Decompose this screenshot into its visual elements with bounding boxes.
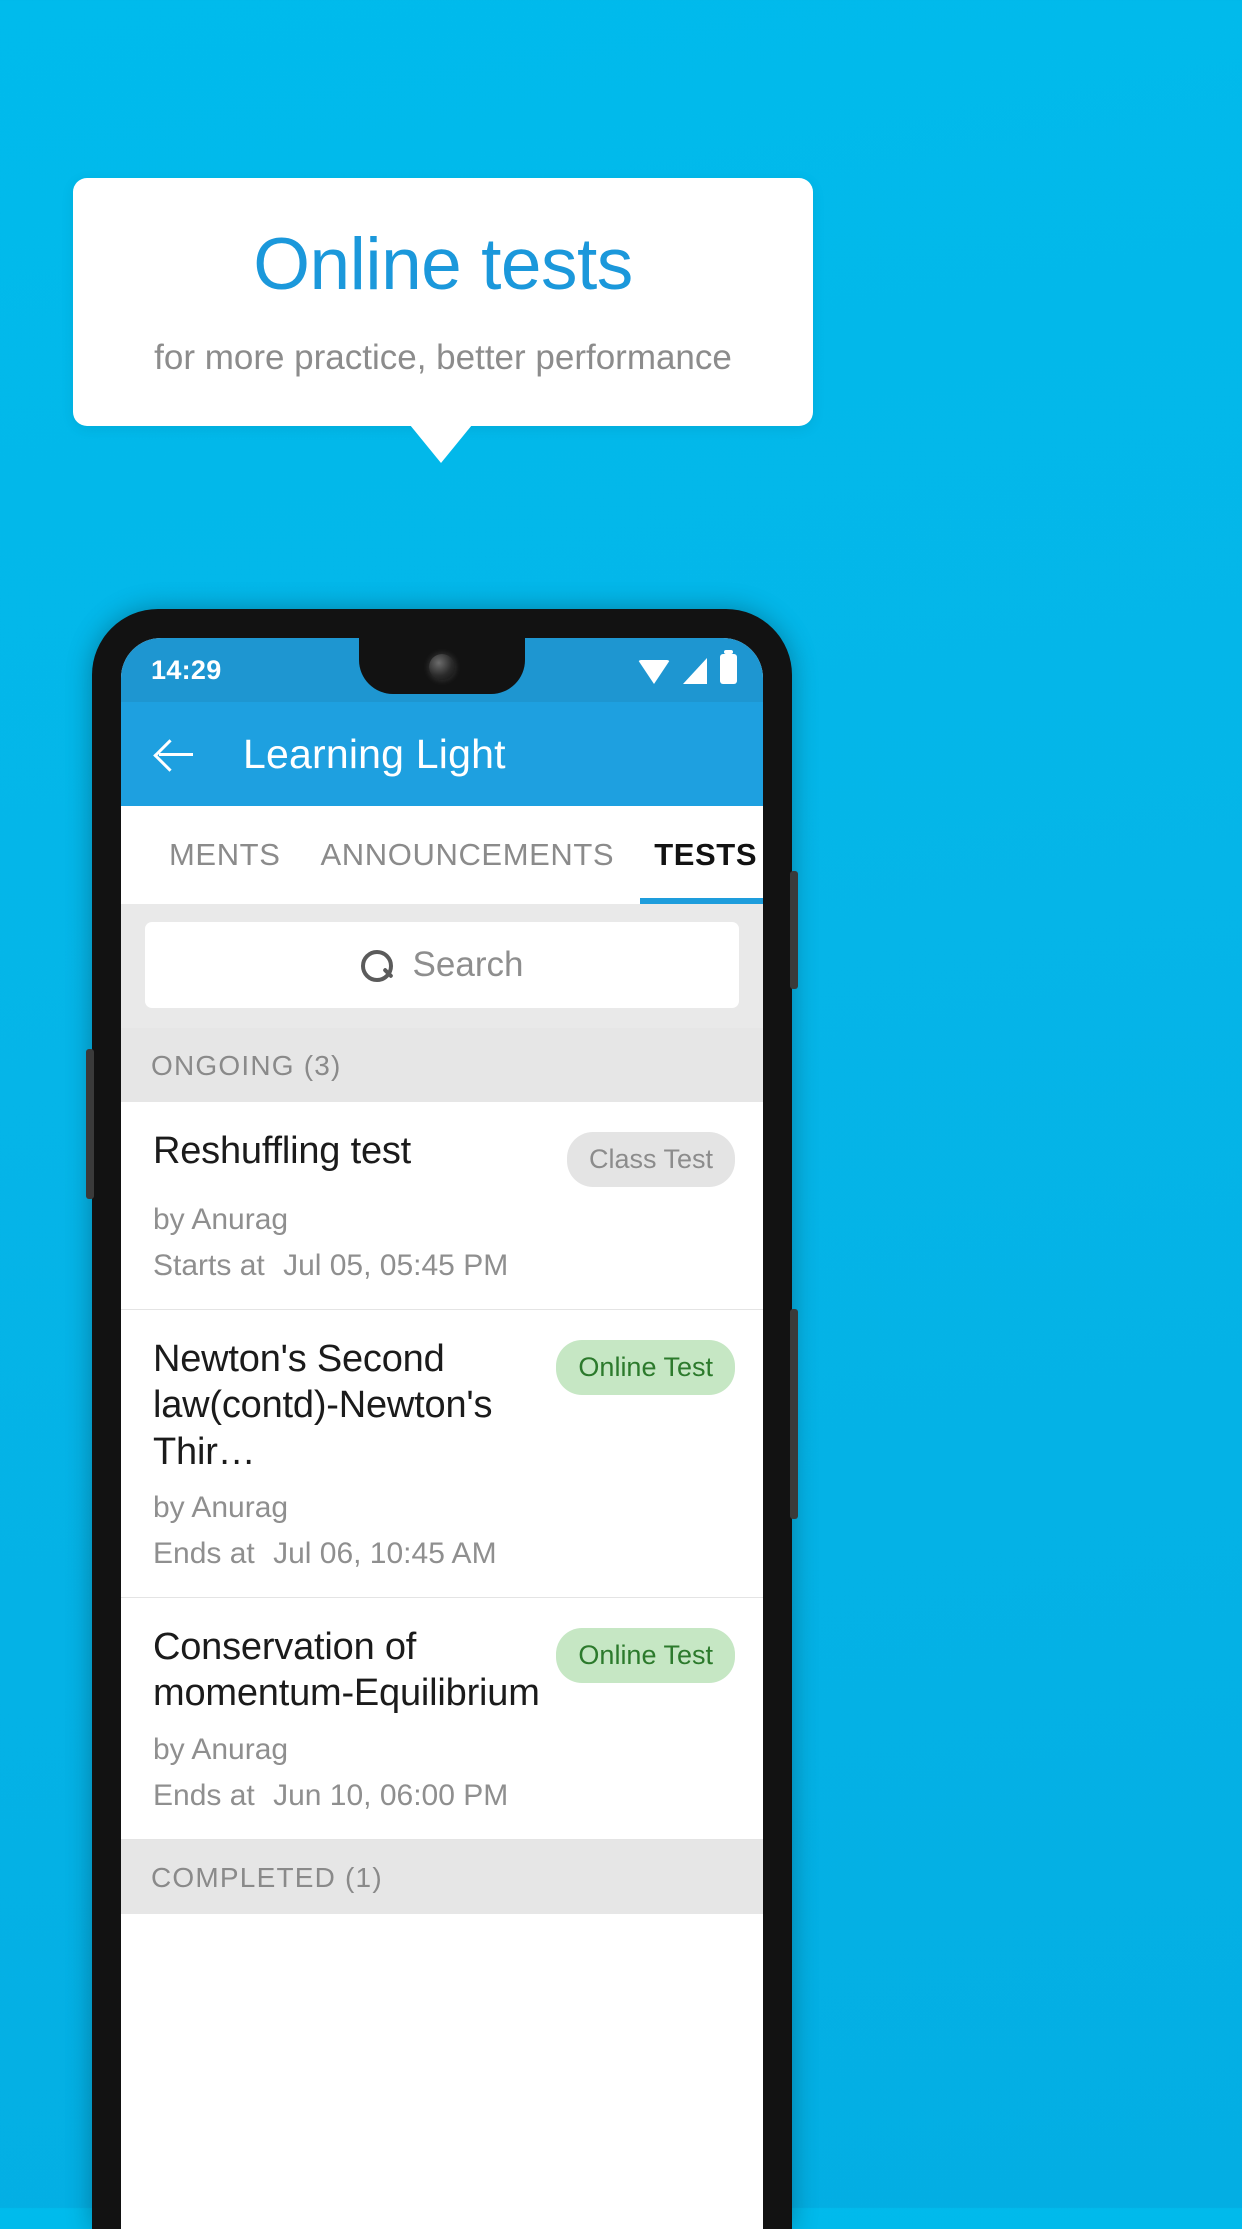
promo-title: Online tests xyxy=(253,224,633,305)
app-bar: Learning Light xyxy=(121,702,763,806)
search-icon xyxy=(360,950,393,982)
tab-bar: MENTS ANNOUNCEMENTS TESTS VIDEOS xyxy=(121,806,763,904)
test-item-header: Conservation of momentum-Equilibrium Onl… xyxy=(153,1624,735,1717)
test-schedule-value: Jul 06, 10:45 AM xyxy=(273,1537,497,1571)
tab-tests[interactable]: TESTS xyxy=(634,806,763,904)
status-badge: Class Test xyxy=(566,1132,735,1187)
test-list-item[interactable]: Newton's Second law(contd)-Newton's Thir… xyxy=(121,1310,763,1599)
test-schedule: Ends at Jul 06, 10:45 AM xyxy=(153,1537,735,1571)
test-schedule-value: Jun 10, 06:00 PM xyxy=(273,1778,509,1812)
test-title: Newton's Second law(contd)-Newton's Thir… xyxy=(153,1338,493,1473)
callout-tail xyxy=(410,425,472,463)
tab-ments[interactable]: MENTS xyxy=(149,806,301,904)
search-placeholder: Search xyxy=(412,945,524,984)
tests-content: Search ONGOING (3) Reshuffling test Clas… xyxy=(121,904,763,1914)
front-camera-icon xyxy=(429,654,455,680)
test-schedule: Starts at Jul 05, 05:45 PM xyxy=(153,1249,735,1283)
status-badge: Online Test xyxy=(556,1340,735,1395)
test-author: by Anurag xyxy=(153,1732,289,1766)
search-area: Search xyxy=(121,904,763,1028)
status-icons xyxy=(638,650,737,686)
test-schedule-label: Starts at xyxy=(153,1249,265,1282)
promo-subtitle: for more practice, better performance xyxy=(154,338,732,377)
status-badge: Online Test xyxy=(556,1628,735,1684)
test-schedule-label: Ends at xyxy=(153,1537,255,1571)
tab-announcements[interactable]: ANNOUNCEMENTS xyxy=(301,806,635,904)
phone-notch xyxy=(359,638,525,694)
test-schedule: Ends at Jun 10, 06:00 PM xyxy=(153,1779,735,1813)
back-arrow-icon[interactable] xyxy=(153,731,199,777)
status-bar: 14:29 xyxy=(121,638,763,702)
test-schedule-label: Ends at xyxy=(153,1778,255,1812)
test-title: Reshuffling test xyxy=(153,1130,412,1172)
phone-side-button-volume xyxy=(790,871,798,989)
app-title: Learning Light xyxy=(243,730,506,777)
phone-side-button-left xyxy=(86,1049,94,1199)
phone-frame: 14:29 Learning Light MENTS ANNOUNCEMENTS… xyxy=(86,609,798,2229)
section-header-ongoing: ONGOING (3) xyxy=(121,1028,763,1102)
phone-side-button-power xyxy=(790,1309,798,1519)
battery-icon xyxy=(720,650,737,684)
status-clock: 14:29 xyxy=(151,654,222,685)
signal-icon xyxy=(683,658,707,684)
test-item-header: Reshuffling test Class Test xyxy=(153,1128,735,1187)
section-header-completed: COMPLETED (1) xyxy=(121,1839,763,1914)
test-schedule-value: Jul 05, 05:45 PM xyxy=(283,1249,509,1282)
test-author: by Anurag xyxy=(153,1491,289,1525)
wifi-icon xyxy=(638,660,670,684)
test-title: Conservation of momentum-Equilibrium xyxy=(153,1626,540,1715)
search-input[interactable]: Search xyxy=(145,922,739,1008)
test-author: by Anurag xyxy=(153,1203,289,1236)
test-item-header: Newton's Second law(contd)-Newton's Thir… xyxy=(153,1336,735,1475)
test-list-item[interactable]: Reshuffling test Class Test by Anurag St… xyxy=(121,1102,763,1310)
test-list-item[interactable]: Conservation of momentum-Equilibrium Onl… xyxy=(121,1598,763,1840)
phone-screen: 14:29 Learning Light MENTS ANNOUNCEMENTS… xyxy=(121,638,763,2229)
promo-callout: Online tests for more practice, better p… xyxy=(73,178,813,426)
